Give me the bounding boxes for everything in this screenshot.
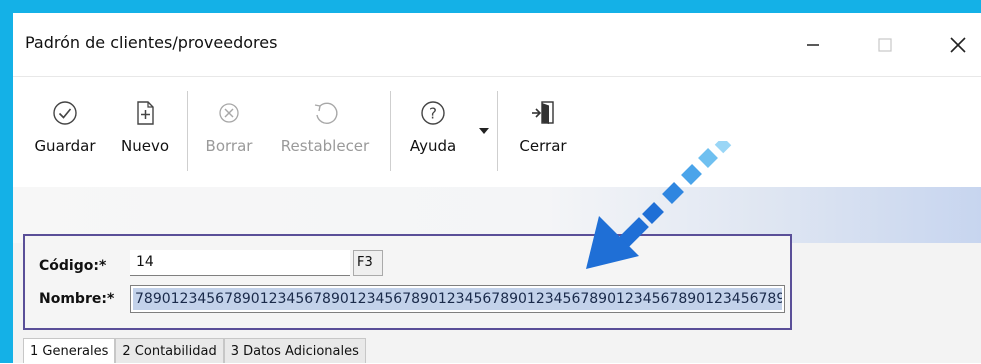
maximize-icon [878, 38, 892, 52]
nombre-input[interactable]: 7890123456789012345678901234567890123456… [130, 285, 785, 313]
check-circle-icon [53, 101, 77, 125]
toolbar-separator [390, 91, 391, 171]
ayuda-button[interactable]: ? Ayuda [399, 77, 467, 187]
minimize-button[interactable] [793, 25, 833, 65]
maximize-button[interactable] [865, 25, 905, 65]
restablecer-button[interactable]: Restablecer [269, 77, 381, 187]
borrar-button[interactable]: Borrar [197, 77, 261, 187]
cerrar-button[interactable]: Cerrar [507, 77, 579, 187]
outer-frame-top [0, 0, 981, 13]
f3-lookup-button[interactable]: F3 [353, 250, 383, 276]
tab-contabilidad[interactable]: 2 Contabilidad [115, 338, 224, 363]
new-document-icon [137, 101, 154, 125]
guardar-label: Guardar [34, 137, 96, 155]
annotation-arrow-icon [586, 141, 732, 269]
guardar-button[interactable]: Guardar [29, 77, 101, 187]
outer-frame-left [0, 0, 13, 363]
window-title: Padrón de clientes/proveedores [25, 33, 278, 52]
nuevo-button[interactable]: Nuevo [112, 77, 178, 187]
tab-datos-adicionales[interactable]: 3 Datos Adicionales [223, 338, 366, 363]
exit-door-icon [532, 101, 554, 124]
codigo-label: Código:* [39, 258, 107, 274]
toolbar-separator [187, 91, 188, 171]
ayuda-dropdown-caret-icon[interactable] [479, 128, 489, 134]
svg-text:?: ? [429, 105, 437, 123]
codigo-input[interactable]: 14 [130, 250, 350, 276]
ayuda-label: Ayuda [409, 137, 457, 155]
close-window-button[interactable] [938, 25, 978, 65]
app-window: Padrón de clientes/proveedores Guardar N… [13, 13, 981, 363]
title-bar[interactable]: Padrón de clientes/proveedores [13, 13, 981, 76]
help-circle-icon: ? [421, 101, 445, 125]
tab-strip: 1 Generales 2 Contabilidad 3 Datos Adici… [23, 338, 366, 363]
tab-generales[interactable]: 1 Generales [23, 338, 116, 363]
delete-circle-icon [219, 103, 239, 123]
cerrar-label: Cerrar [519, 137, 567, 155]
undo-icon [314, 102, 338, 124]
restablecer-label: Restablecer [280, 137, 370, 155]
borrar-label: Borrar [205, 137, 253, 155]
nombre-label: Nombre:* [39, 291, 115, 307]
toolbar-separator [497, 91, 498, 171]
minimize-icon [807, 44, 819, 46]
toolbar: Guardar Nuevo Borrar Restablecer ? Ayuda… [13, 76, 981, 187]
nuevo-label: Nuevo [120, 137, 169, 155]
close-icon [950, 37, 966, 53]
nombre-selected-text: 7890123456789012345678901234567890123456… [133, 288, 782, 310]
